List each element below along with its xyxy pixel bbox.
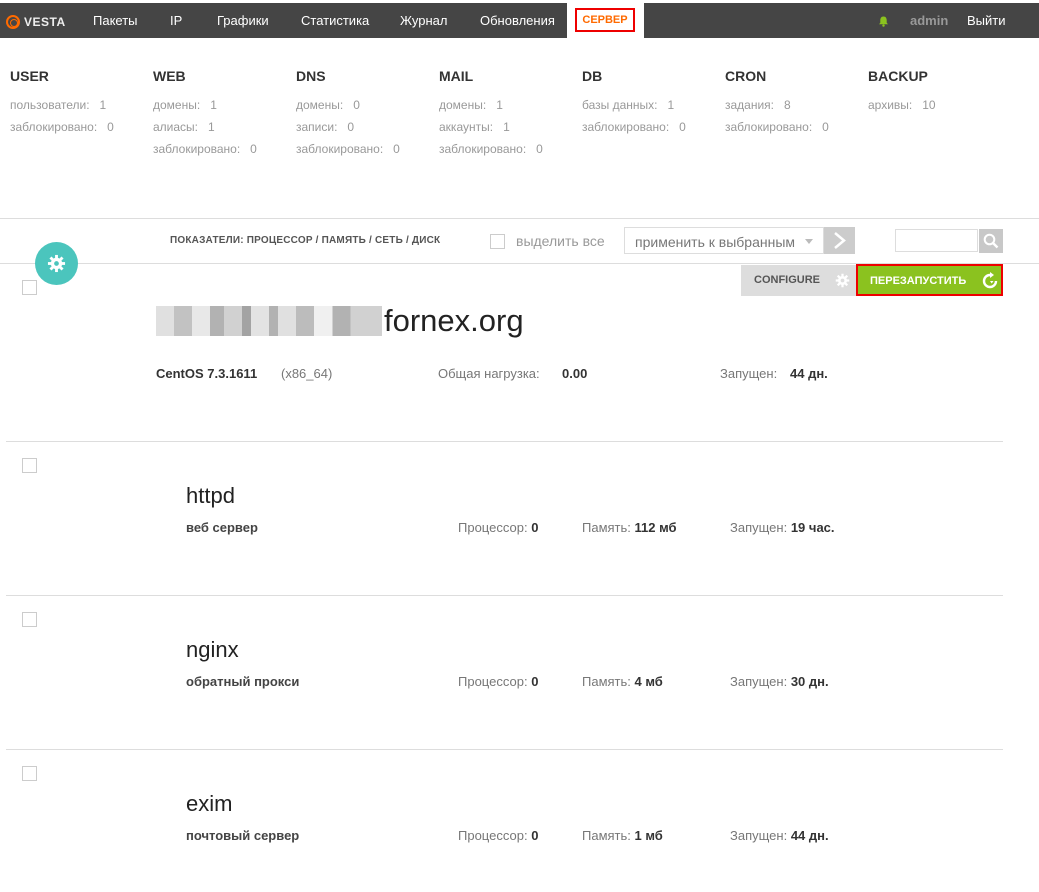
service-name[interactable]: httpd: [186, 483, 235, 509]
stat-title: USER: [10, 68, 49, 84]
service-cpu: Процессор: 0: [458, 674, 539, 689]
bulk-action-value: применить к выбранным: [635, 234, 796, 250]
service-checkbox[interactable]: [22, 766, 37, 781]
restart-label: ПЕРЕЗАПУСТИТЬ: [870, 275, 967, 287]
restart-button[interactable]: ПЕРЕЗАПУСТИТЬ: [856, 264, 1003, 296]
service-name[interactable]: exim: [186, 791, 232, 817]
service-uptime: Запущен: 30 дн.: [730, 674, 829, 689]
service-cpu: Процессор: 0: [458, 828, 539, 843]
service-uptime: Запущен: 19 час.: [730, 520, 835, 535]
stat-row: заблокировано: 0: [439, 142, 543, 156]
stat-db[interactable]: DB базы данных: 1 заблокировано: 0: [582, 68, 686, 142]
stat-user[interactable]: USER пользователи: 1 заблокировано: 0: [10, 68, 114, 142]
nav-server-tab[interactable]: СЕРВЕР: [567, 3, 644, 38]
chevron-down-icon: [805, 239, 813, 244]
nav-updates[interactable]: Обновления: [480, 13, 555, 28]
load-value: 0.00: [562, 366, 588, 381]
top-nav: VESTA Пакеты IP Графики Статистика Журна…: [0, 0, 1039, 38]
search-input[interactable]: [895, 229, 978, 252]
settings-button[interactable]: [35, 242, 78, 285]
stat-row: домены: 1: [439, 98, 503, 112]
stat-row: записи: 0: [296, 120, 355, 134]
load-label: Общая нагрузка:: [438, 366, 540, 381]
stat-row: домены: 0: [296, 98, 360, 112]
nav-server-label: СЕРВЕР: [575, 8, 635, 32]
vesta-logo[interactable]: VESTA: [6, 13, 66, 31]
select-all-label[interactable]: выделить все: [516, 233, 605, 249]
logo-icon: [6, 15, 20, 29]
service-uptime: Запущен: 44 дн.: [730, 828, 829, 843]
bulk-action-select[interactable]: применить к выбранным: [624, 227, 824, 254]
gear-icon: [47, 254, 66, 273]
search-button[interactable]: [979, 229, 1003, 253]
stat-title: DB: [582, 68, 603, 84]
server-checkbox[interactable]: [22, 280, 37, 295]
refresh-icon: [982, 272, 998, 289]
user-name[interactable]: admin: [910, 13, 948, 28]
nav-packages[interactable]: Пакеты: [93, 13, 138, 28]
stat-row: базы данных: 1: [582, 98, 675, 112]
stat-row: заблокировано: 0: [725, 120, 829, 134]
stat-row: домены: 1: [153, 98, 217, 112]
logo-text: VESTA: [24, 15, 66, 29]
stat-row: архивы: 10: [868, 98, 936, 112]
divider: [0, 218, 1039, 219]
stat-row: заблокировано: 0: [153, 142, 257, 156]
stat-web[interactable]: WEB домены: 1 алиасы: 1 заблокировано: 0: [153, 68, 257, 164]
stat-title: CRON: [725, 68, 767, 84]
stat-dns[interactable]: DNS домены: 0 записи: 0 заблокировано: 0: [296, 68, 400, 164]
stat-row: алиасы: 1: [153, 120, 215, 134]
stat-title: WEB: [153, 68, 186, 84]
os-version: CentOS 7.3.1611: [156, 366, 258, 381]
stat-title: MAIL: [439, 68, 474, 84]
service-name[interactable]: nginx: [186, 637, 239, 663]
service-mem: Память: 4 мб: [582, 674, 663, 689]
metrics-link[interactable]: ПОКАЗАТЕЛИ: ПРОЦЕССОР / ПАМЯТЬ / СЕТЬ / …: [170, 235, 440, 246]
stat-mail[interactable]: MAIL домены: 1 аккаунты: 1 заблокировано: 0: [439, 68, 543, 164]
configure-label: CONFIGURE: [754, 274, 820, 286]
os-arch: (x86_64): [281, 366, 333, 381]
service-mem: Память: 112 мб: [582, 520, 677, 535]
nav-ip[interactable]: IP: [170, 13, 182, 28]
stat-row: аккаунты: 1: [439, 120, 510, 134]
select-all-checkbox[interactable]: [490, 234, 505, 249]
divider: [6, 749, 1003, 750]
service-desc: веб сервер: [186, 520, 258, 535]
stat-title: DNS: [296, 68, 326, 84]
stat-row: заблокировано: 0: [10, 120, 114, 134]
chevron-right-icon: [834, 232, 846, 249]
stat-row: задания: 8: [725, 98, 791, 112]
divider: [6, 441, 1003, 442]
uptime-value: 44 дн.: [790, 366, 828, 381]
logout-link[interactable]: Выйти: [967, 13, 1006, 28]
service-desc: обратный прокси: [186, 674, 300, 689]
divider: [6, 595, 1003, 596]
uptime-label: Запущен:: [720, 366, 778, 381]
redacted-hostname: [156, 306, 382, 336]
bell-icon[interactable]: [878, 16, 889, 27]
gear-icon: [835, 273, 850, 288]
hostname-text: fornex.org: [384, 303, 524, 338]
service-checkbox[interactable]: [22, 458, 37, 473]
service-checkbox[interactable]: [22, 612, 37, 627]
stat-row: пользователи: 1: [10, 98, 107, 112]
service-cpu: Процессор: 0: [458, 520, 539, 535]
configure-button[interactable]: CONFIGURE: [741, 265, 856, 296]
stat-backup[interactable]: BACKUP архивы: 10: [868, 68, 936, 120]
nav-statistics[interactable]: Статистика: [301, 13, 369, 28]
stat-row: заблокировано: 0: [296, 142, 400, 156]
stat-cron[interactable]: CRON задания: 8 заблокировано: 0: [725, 68, 829, 142]
service-desc: почтовый сервер: [186, 828, 300, 843]
server-hostname: fornex.org: [156, 303, 524, 339]
stat-row: заблокировано: 0: [582, 120, 686, 134]
apply-button[interactable]: [824, 227, 855, 254]
search-icon: [983, 233, 999, 249]
stat-title: BACKUP: [868, 68, 928, 84]
nav-log[interactable]: Журнал: [400, 13, 447, 28]
nav-graphs[interactable]: Графики: [217, 13, 269, 28]
service-mem: Память: 1 мб: [582, 828, 663, 843]
